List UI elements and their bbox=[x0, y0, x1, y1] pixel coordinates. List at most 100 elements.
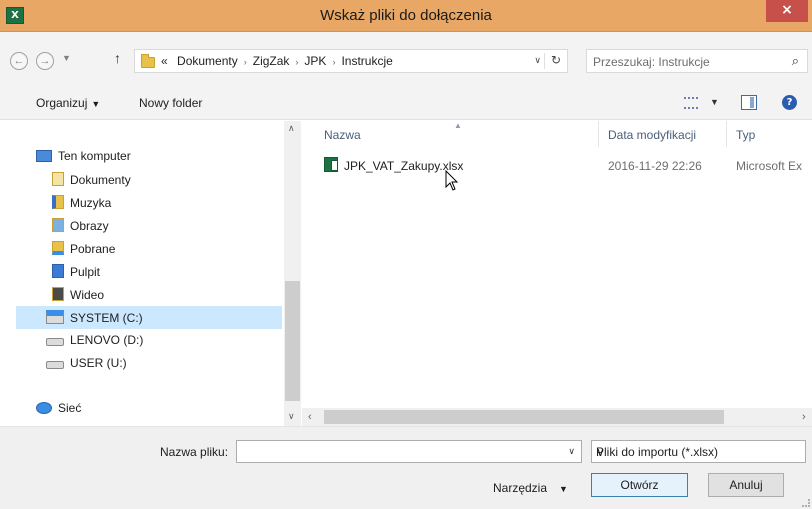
forward-button[interactable]: → bbox=[36, 52, 54, 70]
preview-pane-icon[interactable] bbox=[741, 95, 757, 110]
breadcrumb-overflow[interactable]: « bbox=[161, 54, 168, 68]
file-type-chevron-icon[interactable]: ∨ bbox=[596, 445, 797, 459]
breadcrumb: « Dokumenty › ZigZak › JPK › Instrukcje bbox=[161, 54, 393, 68]
view-options-chevron-icon[interactable]: ▼ bbox=[710, 97, 719, 107]
search-placeholder: Przeszukaj: Instrukcje bbox=[593, 55, 710, 69]
nav-item-label: Dokumenty bbox=[70, 173, 131, 187]
address-divider bbox=[544, 53, 545, 69]
help-icon[interactable]: ? bbox=[782, 95, 797, 110]
nav-item-pictures[interactable]: Obrazy bbox=[52, 218, 109, 233]
nav-item-label: Sieć bbox=[58, 401, 82, 415]
scroll-up-arrow-icon[interactable]: ∧ bbox=[288, 123, 295, 134]
scrollbar-thumb[interactable] bbox=[285, 281, 300, 401]
organize-label: Organizuj bbox=[36, 96, 88, 110]
breadcrumb-item-dokumenty[interactable]: Dokumenty bbox=[177, 54, 238, 68]
navigation-pane: Ten komputer Dokumenty Muzyka Obrazy Pob… bbox=[0, 121, 302, 426]
nav-item-downloads[interactable]: Pobrane bbox=[52, 241, 115, 256]
chevron-down-icon: ▼ bbox=[91, 99, 101, 109]
navigation-vertical-scrollbar[interactable]: ∧ ∨ bbox=[284, 121, 301, 426]
chevron-down-icon: ▼ bbox=[559, 484, 568, 494]
documents-folder-icon bbox=[52, 172, 64, 186]
music-folder-icon bbox=[52, 195, 64, 209]
column-header-name[interactable]: Nazwa bbox=[324, 128, 361, 142]
nav-item-system-drive[interactable]: SYSTEM (C:) bbox=[16, 306, 282, 329]
open-button[interactable]: Otwórz bbox=[591, 473, 688, 497]
folder-icon bbox=[141, 54, 155, 68]
network-icon bbox=[36, 402, 52, 414]
search-icon[interactable]: ⌕ bbox=[792, 53, 799, 69]
file-row[interactable]: JPK_VAT_Zakupy.xlsx 2016-11-29 22:26 Mic… bbox=[302, 155, 812, 175]
nav-item-label: Pulpit bbox=[70, 265, 101, 279]
breadcrumb-separator-icon[interactable]: › bbox=[295, 57, 298, 67]
nav-item-user-drive[interactable]: USER (U:) bbox=[46, 356, 127, 370]
nav-item-documents[interactable]: Dokumenty bbox=[52, 172, 131, 187]
filename-input[interactable] bbox=[237, 441, 557, 462]
tools-button[interactable]: Narzędzia ▼ bbox=[493, 481, 568, 495]
breadcrumb-item-instrukcje[interactable]: Instrukcje bbox=[341, 54, 392, 68]
drive-icon bbox=[46, 361, 64, 369]
breadcrumb-item-zigzak[interactable]: ZigZak bbox=[253, 54, 290, 68]
new-folder-button[interactable]: Nowy folder bbox=[139, 96, 202, 110]
file-modified: 2016-11-29 22:26 bbox=[608, 159, 702, 173]
nav-item-label: Wideo bbox=[70, 288, 105, 302]
column-divider[interactable] bbox=[726, 121, 727, 147]
nav-item-label: Ten komputer bbox=[58, 149, 131, 163]
column-header-type[interactable]: Typ bbox=[736, 128, 755, 142]
file-type-select[interactable]: Pliki do importu (*.xlsx) ∨ bbox=[591, 440, 806, 463]
address-bar[interactable]: « Dokumenty › ZigZak › JPK › Instrukcje ∨ ↻ bbox=[134, 49, 568, 73]
scrollbar-thumb[interactable] bbox=[324, 410, 724, 424]
column-divider[interactable] bbox=[598, 121, 599, 147]
resize-grip-icon[interactable] bbox=[802, 499, 810, 507]
view-options-icon[interactable] bbox=[684, 97, 698, 109]
file-list-pane: ▲ Nazwa Data modyfikacji Typ JPK_VAT_Zak… bbox=[302, 121, 812, 426]
search-box[interactable]: Przeszukaj: Instrukcje ⌕ bbox=[586, 49, 808, 73]
cancel-button[interactable]: Anuluj bbox=[708, 473, 784, 497]
close-button[interactable]: × bbox=[766, 0, 808, 22]
mouse-cursor-icon bbox=[445, 170, 459, 191]
breadcrumb-item-jpk[interactable]: JPK bbox=[304, 54, 326, 68]
nav-item-label: Muzyka bbox=[70, 196, 112, 210]
pictures-folder-icon bbox=[52, 218, 64, 232]
computer-icon bbox=[36, 150, 52, 162]
nav-item-this-pc[interactable]: Ten komputer bbox=[36, 149, 131, 163]
breadcrumb-separator-icon[interactable]: › bbox=[244, 57, 247, 67]
window-title: Wskaż pliki do dołączenia bbox=[320, 7, 492, 24]
scroll-left-arrow-icon[interactable]: ‹ bbox=[308, 411, 312, 423]
address-history-chevron-icon[interactable]: ∨ bbox=[534, 55, 541, 66]
system-drive-icon bbox=[46, 310, 64, 324]
sort-ascending-icon: ▲ bbox=[454, 121, 462, 130]
nav-item-lenovo-drive[interactable]: LENOVO (D:) bbox=[46, 333, 143, 347]
organize-button[interactable]: Organizuj ▼ bbox=[36, 96, 100, 110]
nav-item-music[interactable]: Muzyka bbox=[52, 195, 111, 210]
up-arrow-button[interactable]: ↑ bbox=[114, 50, 121, 66]
video-folder-icon bbox=[52, 287, 64, 301]
scroll-down-arrow-icon[interactable]: ∨ bbox=[288, 411, 295, 422]
dialog-footer: Nazwa pliku: ∨ Pliki do importu (*.xlsx)… bbox=[0, 426, 812, 509]
nav-item-network[interactable]: Sieć bbox=[36, 401, 81, 415]
title-bar: X Wskaż pliki do dołączenia × bbox=[0, 0, 812, 32]
file-horizontal-scrollbar[interactable]: ‹ › bbox=[302, 408, 812, 426]
desktop-folder-icon bbox=[52, 264, 64, 278]
filename-dropdown-chevron-icon[interactable]: ∨ bbox=[568, 446, 575, 457]
scroll-right-arrow-icon[interactable]: › bbox=[802, 411, 806, 423]
breadcrumb-separator-icon[interactable]: › bbox=[332, 57, 335, 67]
column-header-modified[interactable]: Data modyfikacji bbox=[608, 128, 696, 142]
address-row: ← → ▼ ↑ « Dokumenty › ZigZak › JPK › Instrukcj… bbox=[0, 32, 812, 88]
filename-label: Nazwa pliku: bbox=[160, 445, 229, 459]
downloads-folder-icon bbox=[52, 241, 64, 255]
nav-item-label: LENOVO (D:) bbox=[70, 333, 144, 347]
nav-item-video[interactable]: Wideo bbox=[52, 287, 104, 302]
refresh-icon[interactable]: ↻ bbox=[551, 53, 561, 67]
file-type: Microsoft Ex bbox=[736, 159, 803, 173]
nav-item-label: Obrazy bbox=[70, 219, 109, 233]
drive-icon bbox=[46, 338, 64, 346]
recent-locations-chevron-icon[interactable]: ▼ bbox=[62, 53, 71, 63]
nav-item-label: USER (U:) bbox=[70, 356, 127, 370]
command-toolbar: Organizuj ▼ Nowy folder ▼ ? bbox=[0, 88, 812, 120]
filename-combobox[interactable]: ∨ bbox=[236, 440, 582, 463]
nav-item-desktop[interactable]: Pulpit bbox=[52, 264, 100, 279]
nav-item-label: Pobrane bbox=[70, 242, 116, 256]
nav-item-label: SYSTEM (C:) bbox=[70, 311, 143, 325]
excel-file-icon bbox=[324, 157, 338, 172]
back-button[interactable]: ← bbox=[10, 52, 28, 70]
